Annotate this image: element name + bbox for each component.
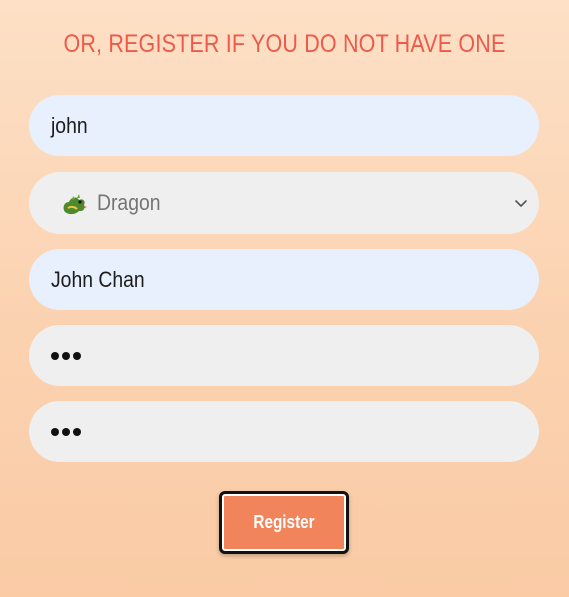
register-heading: OR, REGISTER IF YOU DO NOT HAVE ONE [63,30,506,58]
chevron-down-icon [515,200,527,207]
fullname-value: John Chan [51,266,145,292]
register-button-label: Register [253,512,315,532]
username-value: john [51,112,88,138]
fullname-input[interactable]: John Chan [29,249,539,310]
dragon-emoji-icon [59,188,89,218]
zodiac-select[interactable]: Dragon [29,172,539,234]
password-mask [51,351,81,360]
zodiac-selected-value: Dragon [97,190,161,215]
confirm-password-input[interactable] [29,401,539,462]
confirm-password-mask [51,427,81,436]
register-button[interactable]: Register [219,491,349,554]
username-input[interactable]: john [29,95,539,156]
password-input[interactable] [29,325,539,386]
